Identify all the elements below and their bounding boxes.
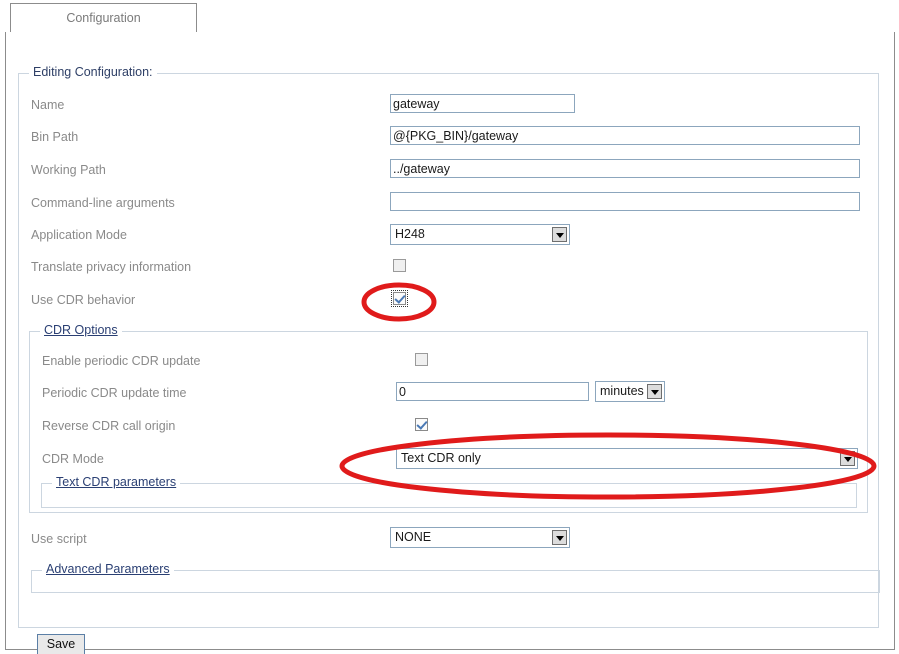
name-label: Name [31, 98, 64, 112]
chevron-down-icon [552, 530, 567, 545]
application-mode-value: H248 [395, 225, 425, 244]
editing-configuration-fieldset: Editing Configuration: Name Bin Path Wor… [18, 73, 879, 628]
configuration-screen: Configuration Editing Configuration: Nam… [0, 0, 899, 654]
cdr-mode-select[interactable]: Text CDR only [396, 448, 858, 469]
working-path-label: Working Path [31, 163, 106, 177]
cdr-mode-label: CDR Mode [42, 452, 104, 466]
save-button[interactable]: Save [37, 634, 85, 654]
text-cdr-parameters-legend[interactable]: Text CDR parameters [52, 475, 180, 489]
reverse-cdr-origin-label: Reverse CDR call origin [42, 419, 175, 433]
use-script-select[interactable]: NONE [390, 527, 570, 548]
chevron-down-icon [647, 384, 662, 399]
reverse-cdr-origin-checkbox[interactable] [415, 418, 428, 431]
chevron-down-icon [552, 227, 567, 242]
command-line-arguments-label: Command-line arguments [31, 196, 175, 210]
enable-periodic-cdr-label: Enable periodic CDR update [42, 354, 200, 368]
translate-privacy-checkbox[interactable] [393, 259, 406, 272]
advanced-parameters-fieldset: Advanced Parameters [31, 570, 880, 593]
chevron-down-icon [840, 451, 855, 466]
enable-periodic-cdr-checkbox[interactable] [415, 353, 428, 366]
bin-path-label: Bin Path [31, 130, 78, 144]
tab-configuration-label: Configuration [66, 11, 140, 25]
tab-bar: Configuration [0, 0, 899, 34]
use-cdr-behavior-checkbox[interactable] [393, 292, 406, 305]
advanced-parameters-legend[interactable]: Advanced Parameters [42, 562, 174, 576]
name-input[interactable] [390, 94, 575, 113]
periodic-cdr-time-unit-value: minutes [600, 382, 644, 401]
editing-configuration-legend: Editing Configuration: [29, 65, 157, 79]
use-script-value: NONE [395, 528, 431, 547]
translate-privacy-label: Translate privacy information [31, 260, 191, 274]
application-mode-select[interactable]: H248 [390, 224, 570, 245]
configuration-panel: Editing Configuration: Name Bin Path Wor… [5, 32, 895, 650]
working-path-input[interactable] [390, 159, 860, 178]
use-cdr-behavior-label: Use CDR behavior [31, 293, 135, 307]
save-button-label: Save [47, 637, 76, 651]
periodic-cdr-time-unit-select[interactable]: minutes [595, 381, 665, 402]
use-script-label: Use script [31, 532, 87, 546]
bin-path-input[interactable] [390, 126, 860, 145]
command-line-arguments-input[interactable] [390, 192, 860, 211]
cdr-options-legend[interactable]: CDR Options [40, 323, 122, 337]
text-cdr-parameters-fieldset: Text CDR parameters [41, 483, 857, 508]
cdr-mode-value: Text CDR only [401, 449, 481, 468]
application-mode-label: Application Mode [31, 228, 127, 242]
cdr-options-fieldset: CDR Options Enable periodic CDR update P… [29, 331, 868, 513]
periodic-cdr-time-input[interactable] [396, 382, 589, 401]
periodic-cdr-time-label: Periodic CDR update time [42, 386, 187, 400]
tab-configuration[interactable]: Configuration [10, 3, 197, 34]
